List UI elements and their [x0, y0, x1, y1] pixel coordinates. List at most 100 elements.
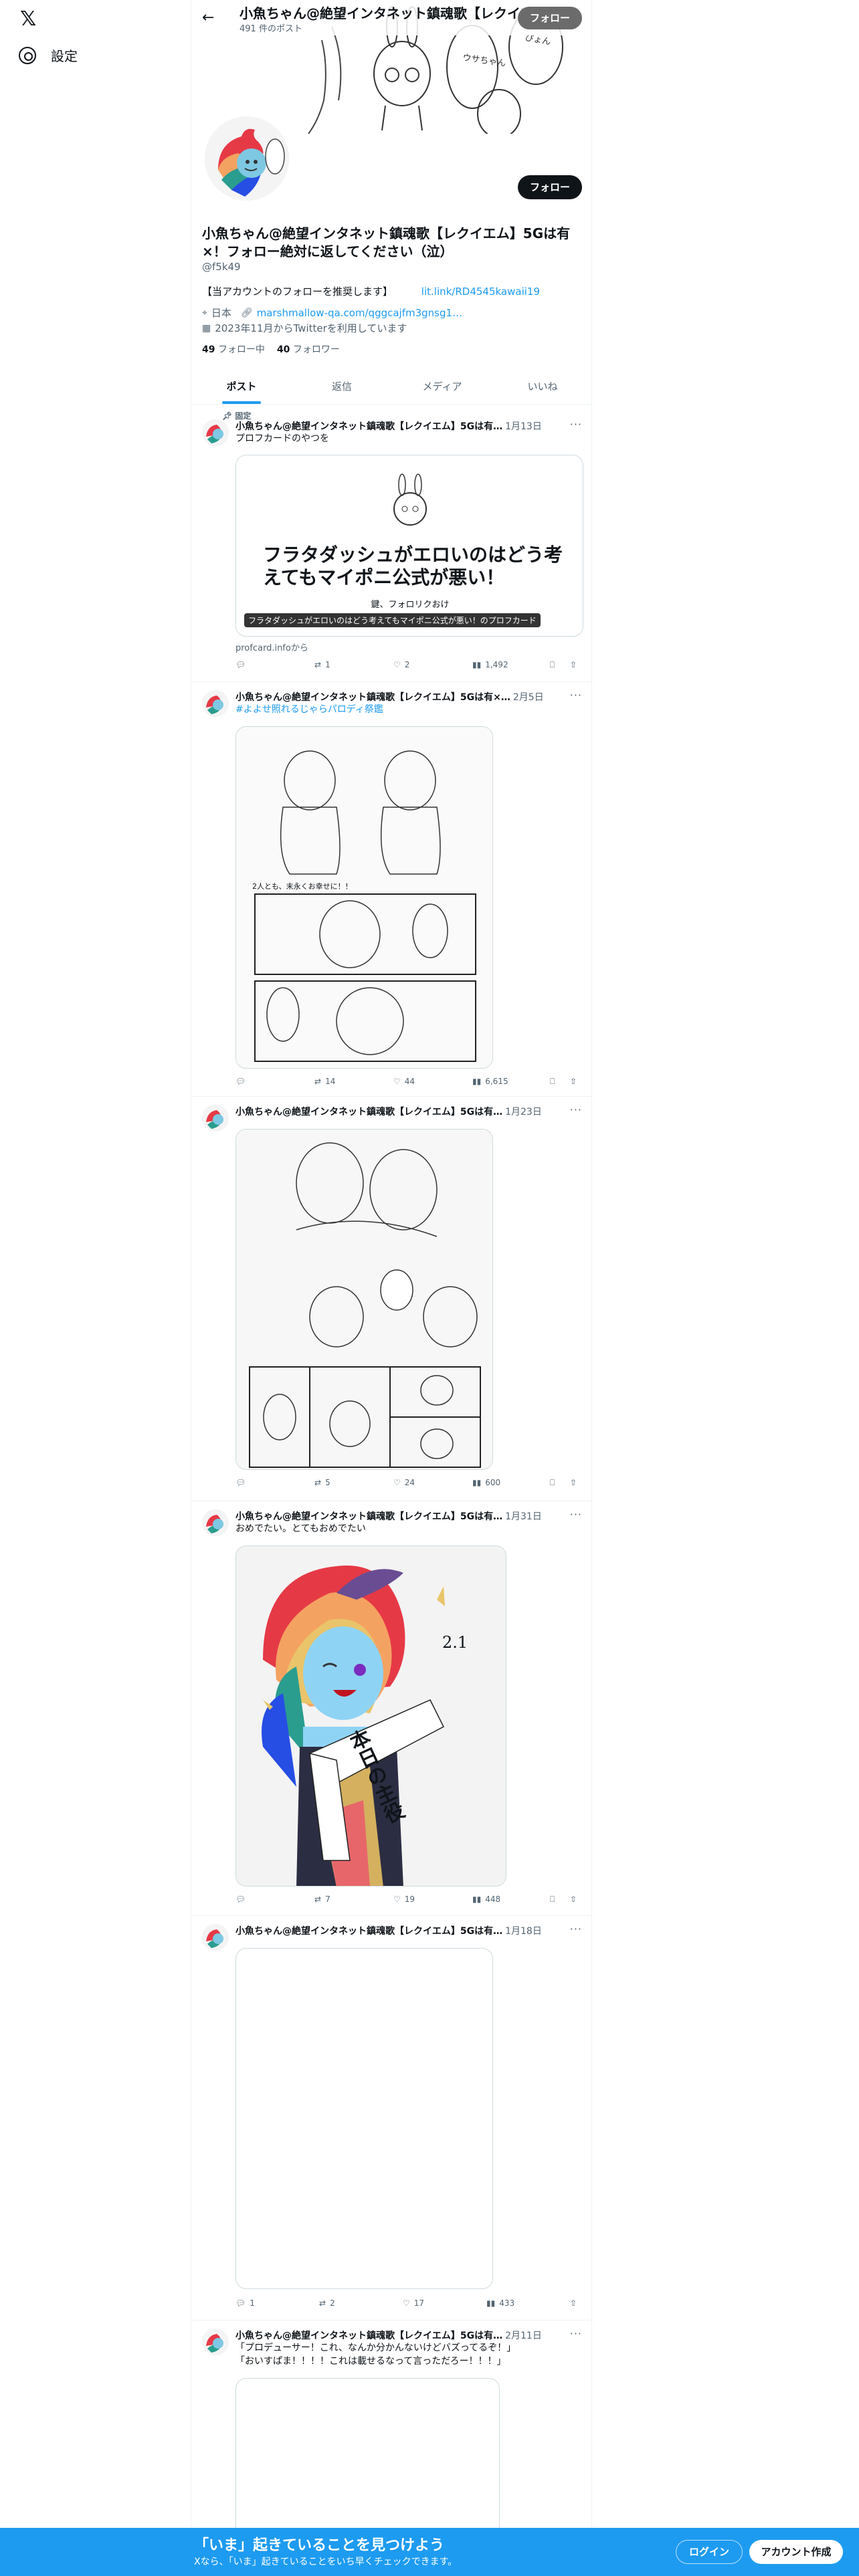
more-options-icon[interactable]: ··· — [570, 1103, 582, 1116]
tweet[interactable]: 小魚ちゃん@絶望インタネット鎮魂歌【レクイエム】5Gは有×… 2月5日 ··· … — [191, 682, 591, 1097]
topbar-follow-button[interactable]: フォロー — [518, 7, 582, 29]
tweet-text: 「プロデューサー！これ、なんか分かんないけどバズってるぞ！」 — [235, 2343, 516, 2353]
back-arrow-icon[interactable]: ← — [202, 9, 219, 27]
tweet-date[interactable]: 1月23日 — [505, 1105, 542, 1118]
retweet-icon: ⇄ — [314, 660, 322, 669]
profile-website[interactable]: marshmallow-qa.com/qggcajfm3gnsg1… — [257, 307, 462, 319]
more-options-icon[interactable]: ··· — [570, 1508, 582, 1521]
reply-button[interactable]: 💬︎ — [235, 660, 250, 669]
retweet-icon: ⇄ — [314, 1478, 322, 1487]
tweet-avatar[interactable] — [202, 1105, 229, 1132]
tweet-avatar[interactable] — [202, 2329, 229, 2355]
nav-settings[interactable]: 設定 — [19, 45, 78, 65]
tweet[interactable]: 小魚ちゃん@絶望インタネット鎮魂歌【レクイエム】5Gは有… 1月23日 ··· — [191, 1097, 591, 1501]
like-button[interactable]: ♡ 24 — [393, 1478, 415, 1487]
heart-icon: ♡ — [393, 1895, 401, 1904]
more-options-icon[interactable]: ··· — [570, 418, 582, 431]
like-button[interactable]: ♡ 44 — [393, 1077, 415, 1086]
tweet-author[interactable]: 小魚ちゃん@絶望インタネット鎮魂歌【レクイエム】5Gは有… — [235, 419, 502, 433]
tweet[interactable]: 小魚ちゃん@絶望インタネット鎮魂歌【レクイエム】5Gは有… 1月31日 ··· … — [191, 1501, 591, 1916]
tweet-date[interactable]: 2月5日 — [513, 690, 544, 704]
more-options-icon[interactable]: ··· — [570, 1923, 582, 1935]
reply-button[interactable]: 💬︎ 1 — [235, 2298, 255, 2308]
card-subtitle: 鍵、フォロリクおけ — [371, 600, 450, 610]
tweet-date[interactable]: 1月31日 — [505, 1509, 542, 1523]
tweet[interactable]: 小魚ちゃん@絶望インタネット鎮魂歌【レクイエム】5Gは有… 1月18日 ··· … — [191, 1916, 591, 2321]
share-icon[interactable]: ⇧ — [570, 2298, 577, 2308]
retweet-button[interactable]: ⇄ 14 — [314, 1077, 335, 1086]
hashtag-link[interactable]: #よよせ照れるじゃらパロディ祭鑑 — [235, 704, 383, 715]
tweet-date[interactable]: 2月11日 — [505, 2329, 542, 2342]
topbar-post-count: 491 件のポスト — [240, 24, 302, 34]
calendar-icon: ▦ — [202, 322, 211, 334]
heart-icon: ♡ — [393, 1478, 401, 1487]
reply-button[interactable]: 💬︎ — [235, 1077, 250, 1086]
main-column: ウサちゃん ぴょん ← 小魚ちゃん@絶望インタネット鎮魂歌【レクイエム】5G… … — [191, 0, 592, 2576]
bio-link[interactable]: lit.link/RD4545kawaii19 — [421, 286, 540, 298]
manga-illustration — [236, 727, 492, 1068]
tab-likes[interactable]: いいね — [492, 369, 591, 404]
following-stat[interactable]: 49 フォロー中 — [202, 342, 265, 356]
retweet-button[interactable]: ⇄ 2 — [319, 2298, 335, 2308]
bookmark-icon[interactable]: ⎕ — [550, 1077, 555, 1087]
views-button[interactable]: ▮▮ 1,492 — [472, 660, 508, 669]
views-button[interactable]: ▮▮ 433 — [486, 2298, 514, 2308]
signup-button[interactable]: アカウント作成 — [749, 2540, 843, 2564]
tab-replies[interactable]: 返信 — [292, 369, 392, 404]
tweet-avatar[interactable] — [202, 1924, 229, 1951]
share-icon[interactable]: ⇧ — [570, 660, 577, 669]
x-logo-icon[interactable]: 𝕏 — [20, 8, 43, 31]
bookmark-icon[interactable]: ⎕ — [550, 1478, 555, 1488]
tab-media[interactable]: メディア — [392, 369, 492, 404]
tweet-avatar[interactable] — [202, 419, 229, 446]
tweet-actions: 💬︎ ⇄ 14 ♡ 44 ▮▮ 6,615 ⎕ ⇧ — [235, 1077, 583, 1090]
profile-joined: 2023年11月からTwitterを利用しています — [215, 322, 407, 334]
tweet-author[interactable]: 小魚ちゃん@絶望インタネット鎮魂歌【レクイエム】5Gは有… — [235, 1509, 502, 1523]
more-options-icon[interactable]: ··· — [570, 689, 582, 702]
more-options-icon[interactable]: ··· — [570, 2327, 582, 2340]
tweet-date[interactable]: 1月13日 — [505, 419, 542, 433]
like-button[interactable]: ♡ 17 — [403, 2298, 424, 2308]
bookmark-icon[interactable]: ⎕ — [550, 1895, 555, 1905]
tweet-avatar[interactable] — [202, 690, 229, 717]
profile-name: 小魚ちゃん@絶望インタネット鎮魂歌【レクイエム】5Gは有×！フォロー絶対に返して… — [202, 225, 571, 259]
like-button[interactable]: ♡ 2 — [393, 660, 409, 669]
followers-stat[interactable]: 40 フォロワー — [277, 342, 340, 356]
like-button[interactable]: ♡ 19 — [393, 1895, 415, 1904]
profile-topbar: ← 小魚ちゃん@絶望インタネット鎮魂歌【レクイエム】5G… 491 件のポスト … — [191, 0, 591, 35]
views-button[interactable]: ▮▮ 448 — [472, 1895, 500, 1904]
reply-button[interactable]: 💬︎ — [235, 1895, 250, 1904]
views-button[interactable]: ▮▮ 600 — [472, 1478, 500, 1487]
card-source[interactable]: profcard.infoから — [235, 641, 308, 653]
follow-button[interactable]: フォロー — [518, 175, 582, 199]
follow-stats: 49 フォロー中 40 フォロワー — [202, 342, 340, 356]
retweet-button[interactable]: ⇄ 5 — [314, 1478, 330, 1487]
share-icon[interactable]: ⇧ — [570, 1478, 577, 1487]
tweet-author[interactable]: 小魚ちゃん@絶望インタネット鎮魂歌【レクイエム】5Gは有… — [235, 2329, 502, 2342]
profile-avatar[interactable] — [202, 114, 292, 203]
reply-button[interactable]: 💬︎ — [235, 1478, 250, 1487]
profile-location: 日本 — [211, 307, 231, 319]
tweet-actions: 💬︎ ⇄ 5 ♡ 24 ▮▮ 600 ⎕ ⇧ — [235, 1478, 583, 1491]
retweet-button[interactable]: ⇄ 1 — [314, 660, 330, 669]
profile-card-link[interactable]: フラタダッシュがエロいのはどう考えてもマイポニ公式が悪い！ 鍵、フォロリクおけ … — [235, 455, 583, 637]
tweet-avatar[interactable] — [202, 1509, 229, 1536]
tweet-author[interactable]: 小魚ちゃん@絶望インタネット鎮魂歌【レクイエム】5Gは有×… — [235, 690, 510, 704]
tweet-image[interactable]: 2.1 本日の主役 — [235, 1545, 506, 1887]
image-caption: 2人とも、末永くお幸せに！！ — [252, 882, 353, 891]
tab-posts[interactable]: ポスト — [191, 369, 292, 404]
tweet-image[interactable]: 2人とも、末永くお幸せに！！ — [235, 726, 493, 1069]
tweet-date[interactable]: 1月18日 — [505, 1924, 542, 1937]
card-illustration — [393, 473, 427, 526]
share-icon[interactable]: ⇧ — [570, 1895, 577, 1904]
tweet-image[interactable] — [235, 1948, 493, 2289]
tweet-image[interactable] — [235, 1129, 493, 1470]
tweet-author[interactable]: 小魚ちゃん@絶望インタネット鎮魂歌【レクイエム】5Gは有… — [235, 1924, 502, 1937]
retweet-button[interactable]: ⇄ 7 — [314, 1895, 330, 1904]
share-icon[interactable]: ⇧ — [570, 1077, 577, 1086]
bookmark-icon[interactable]: ⎕ — [550, 660, 555, 670]
tweet-author[interactable]: 小魚ちゃん@絶望インタネット鎮魂歌【レクイエム】5Gは有… — [235, 1105, 502, 1118]
image-date-text: 2.1 — [442, 1633, 468, 1652]
views-button[interactable]: ▮▮ 6,615 — [472, 1077, 508, 1086]
login-button[interactable]: ログイン — [676, 2540, 743, 2564]
